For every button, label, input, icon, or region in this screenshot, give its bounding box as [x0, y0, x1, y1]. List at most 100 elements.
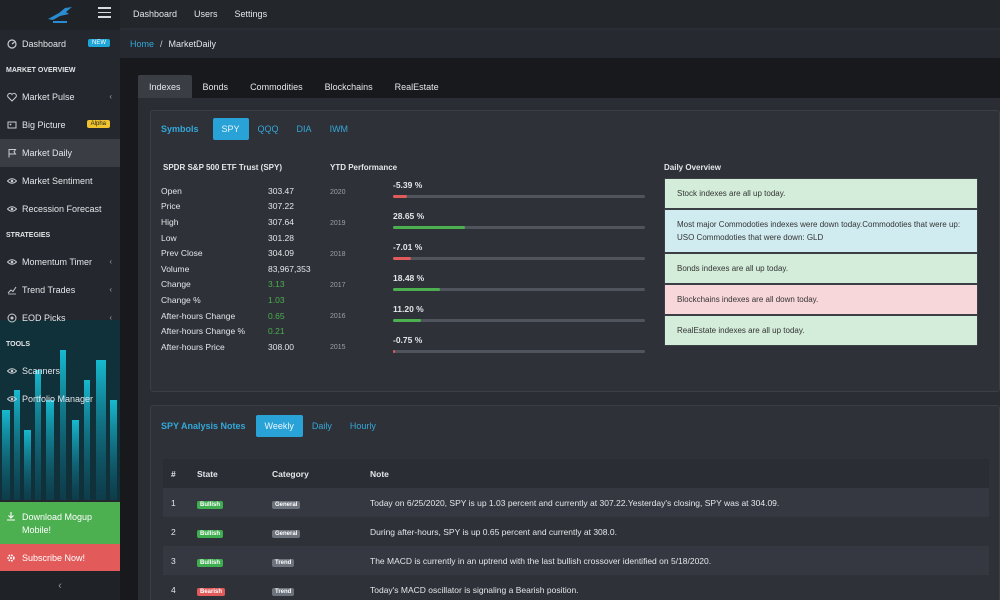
analysis-notes-table: # State Category Note 1 Bullish General …	[163, 459, 989, 600]
ytd-year: 2017	[330, 282, 346, 289]
ytd-progress-fill	[393, 350, 395, 353]
row-number: 4	[171, 584, 176, 595]
sidebar-item-trend-trades[interactable]: Trend Trades ‹	[0, 276, 120, 304]
row-number: 2	[171, 526, 176, 537]
state-badge: Bullish	[197, 529, 224, 538]
subscribe-label: Subscribe Now!	[22, 552, 86, 563]
sidebar-item-big-picture[interactable]: Big Picture Alpha	[0, 111, 120, 139]
sidebar-item-scanners[interactable]: Scanners	[0, 357, 120, 385]
sidebar-item-label: Momentum Timer	[22, 257, 93, 267]
quote-row: High 307.64	[161, 214, 311, 230]
tab-bonds[interactable]: Bonds	[192, 75, 240, 98]
download-mobile-label: Download Mogup Mobile!	[22, 512, 93, 535]
header-note: Note	[370, 468, 389, 479]
chevron-left-icon: ‹	[109, 257, 112, 266]
nav-link-users[interactable]: Users	[194, 9, 218, 19]
quote-value: 83,967,353	[268, 263, 311, 274]
sidebar-item-label: Portfolio Manager	[22, 394, 94, 404]
ytd-percent: 28.65 %	[393, 211, 425, 221]
sidebar-item-eod-picks[interactable]: EOD Picks ‹	[0, 304, 120, 332]
gear-icon	[6, 553, 17, 563]
quote-key: High	[161, 216, 179, 227]
state-badge: Bullish	[197, 558, 224, 567]
quote-row: Low 301.28	[161, 230, 311, 246]
category-badge: Trend	[272, 558, 295, 567]
quote-value: 307.22	[268, 201, 294, 212]
sidebar-item-dashboard[interactable]: Dashboard NEW	[0, 30, 120, 58]
pill-hourly[interactable]: Hourly	[341, 415, 385, 437]
header-number: #	[171, 468, 176, 479]
new-badge: NEW	[88, 39, 110, 47]
sidebar-collapse-button[interactable]: ‹	[0, 571, 120, 600]
pill-dia[interactable]: DIA	[288, 118, 321, 140]
dashboard-icon	[6, 39, 17, 50]
logo-icon	[48, 7, 72, 23]
chevron-left-icon: ‹	[58, 579, 62, 592]
pill-iwm[interactable]: IWM	[321, 118, 358, 140]
sidebar-item-label: Market Sentiment	[22, 176, 93, 186]
nav-link-settings[interactable]: Settings	[235, 9, 268, 19]
quote-value: 1.03	[268, 294, 285, 305]
chevron-left-icon: ‹	[109, 92, 112, 101]
overview-alert: Blockchains indexes are all down today.	[664, 284, 978, 315]
quote-key: After-hours Change %	[161, 326, 246, 337]
quote-value: 0.21	[268, 326, 285, 337]
flag-icon	[6, 148, 17, 159]
quote-value: 0.65	[268, 310, 285, 321]
ytd-progress-track	[393, 288, 645, 291]
pill-spy[interactable]: SPY	[212, 118, 249, 140]
table-row: 4 Bearish Trend Today's MACD oscillator …	[163, 575, 989, 600]
download-mobile-button[interactable]: Download Mogup Mobile!	[0, 502, 120, 544]
quote-row: After-hours Change 0.65	[161, 308, 311, 324]
sidebar-item-momentum-timer[interactable]: Momentum Timer ‹	[0, 248, 120, 276]
sidebar-item-market-pulse[interactable]: Market Pulse ‹	[0, 83, 120, 111]
top-navbar: Dashboard Users Settings	[98, 0, 1000, 28]
pill-weekly[interactable]: Weekly	[255, 415, 303, 437]
hamburger-menu-icon[interactable]	[98, 7, 111, 21]
sidebar-item-recession-forecast[interactable]: Recession Forecast	[0, 195, 120, 223]
row-number: 3	[171, 555, 176, 566]
ytd-year: 2018	[330, 251, 346, 258]
quote-row: Price 307.22	[161, 199, 311, 215]
sidebar-item-label: Big Picture	[22, 120, 66, 130]
tab-realestate[interactable]: RealEstate	[384, 75, 450, 98]
overview-alert: Most major Commodoties indexes were down…	[664, 209, 978, 253]
target-icon	[6, 313, 17, 324]
breadcrumb-home-link[interactable]: Home	[130, 39, 154, 49]
quote-value: 3.13	[268, 279, 285, 290]
pill-daily[interactable]: Daily	[303, 415, 341, 437]
sidebar-item-label: Trend Trades	[22, 285, 76, 295]
sidebar-heading-strategies: STRATEGIES	[6, 232, 51, 239]
ytd-percent: -5.39 %	[393, 180, 423, 190]
tab-commodities[interactable]: Commodities	[239, 75, 314, 98]
sidebar-item-label: Scanners	[22, 366, 61, 376]
quote-key: Prev Close	[161, 248, 203, 259]
row-note: Today's MACD oscillator is signaling a B…	[370, 584, 579, 595]
daily-overview-title: Daily Overview	[664, 163, 721, 172]
sidebar-item-market-sentiment[interactable]: Market Sentiment	[0, 167, 120, 195]
row-note: During after-hours, SPY is up 0.65 perce…	[370, 526, 617, 537]
subscribe-button[interactable]: Subscribe Now!	[0, 544, 120, 571]
timer-icon	[6, 257, 17, 268]
ytd-row: 2017 18.48 %	[330, 270, 645, 300]
analysis-notes-card: SPY Analysis Notes Weekly Daily Hourly #…	[150, 405, 1000, 600]
ytd-progress-track	[393, 195, 645, 198]
tab-blockchains[interactable]: Blockchains	[314, 75, 384, 98]
quote-row: Change % 1.03	[161, 292, 311, 308]
sidebar-item-market-daily[interactable]: Market Daily	[0, 139, 120, 167]
alpha-badge: Alpha	[86, 120, 110, 128]
pill-qqq[interactable]: QQQ	[249, 118, 288, 140]
market-tabs: Indexes Bonds Commodities Blockchains Re…	[138, 75, 450, 98]
quote-key: Price	[161, 201, 181, 212]
ytd-progress-fill	[393, 195, 407, 198]
ytd-year: 2016	[330, 313, 346, 320]
overview-alert: Stock indexes are all up today.	[664, 178, 978, 209]
state-badge: Bearish	[197, 587, 226, 596]
quote-key: Change %	[161, 294, 201, 305]
nav-link-dashboard[interactable]: Dashboard	[133, 9, 177, 19]
table-row: 3 Bullish Trend The MACD is currently in…	[163, 546, 989, 575]
sidebar-item-portfolio-manager[interactable]: Portfolio Manager	[0, 385, 120, 413]
quote-title: SPDR S&P 500 ETF Trust (SPY)	[163, 163, 282, 172]
header-state: State	[197, 468, 218, 479]
tab-indexes[interactable]: Indexes	[138, 75, 192, 98]
